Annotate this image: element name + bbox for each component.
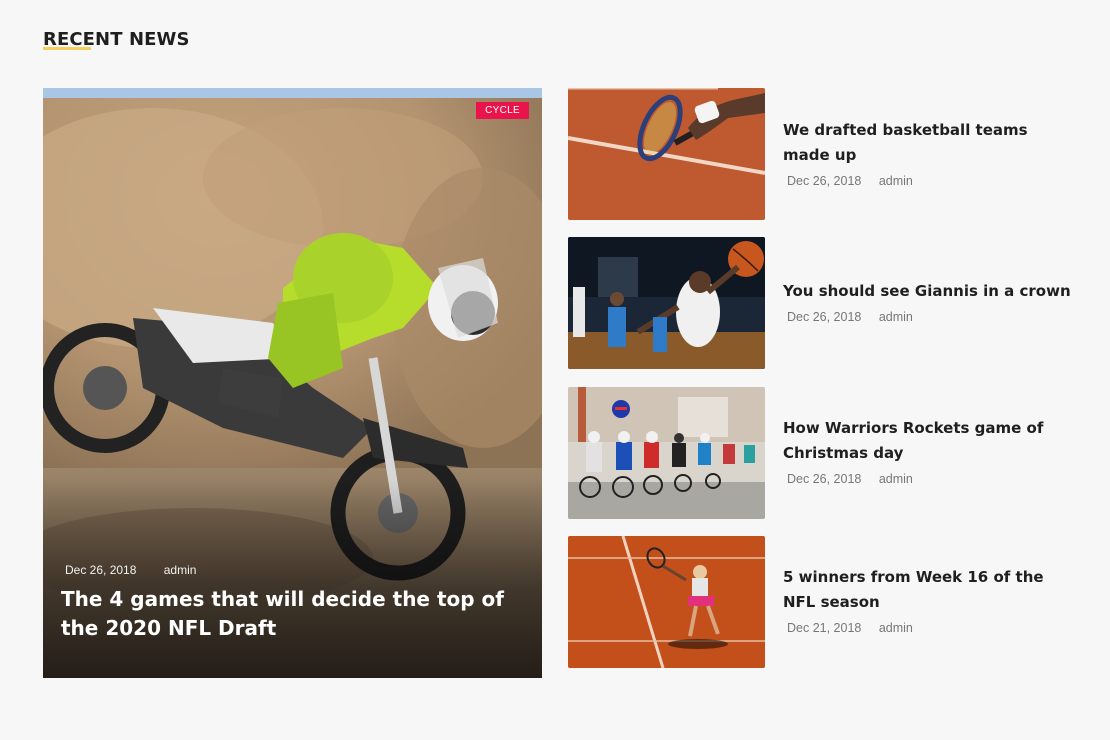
featured-overlay bbox=[43, 478, 542, 678]
news-item[interactable]: We drafted basketball teams made up Dec … bbox=[568, 88, 1088, 220]
news-meta: Dec 21, 2018 admin bbox=[783, 621, 1073, 635]
news-thumbnail-image bbox=[568, 536, 765, 668]
news-author[interactable]: admin bbox=[879, 472, 913, 486]
title-underline bbox=[43, 47, 91, 50]
featured-date: Dec 26, 2018 bbox=[65, 563, 137, 577]
news-thumbnail[interactable] bbox=[568, 237, 765, 369]
news-author[interactable]: admin bbox=[879, 621, 913, 635]
news-author[interactable]: admin bbox=[879, 174, 913, 188]
news-date: Dec 26, 2018 bbox=[787, 472, 862, 486]
news-title[interactable]: 5 winners from Week 16 of the NFL season bbox=[783, 565, 1073, 615]
news-thumbnail-image bbox=[568, 237, 765, 369]
news-title[interactable]: We drafted basketball teams made up bbox=[783, 118, 1073, 168]
news-author[interactable]: admin bbox=[879, 310, 913, 324]
news-item[interactable]: You should see Giannis in a crown Dec 26… bbox=[568, 237, 1088, 369]
featured-author[interactable]: admin bbox=[164, 563, 197, 577]
featured-meta: Dec 26, 2018 admin bbox=[65, 563, 196, 577]
news-thumbnail[interactable] bbox=[568, 88, 765, 220]
news-title[interactable]: You should see Giannis in a crown bbox=[783, 279, 1073, 304]
news-title[interactable]: How Warriors Rockets game of Christmas d… bbox=[783, 416, 1073, 466]
news-meta: Dec 26, 2018 admin bbox=[783, 310, 1073, 324]
featured-article-card[interactable]: CYCLE Dec 26, 2018 admin The 4 games tha… bbox=[43, 88, 542, 678]
news-thumbnail[interactable] bbox=[568, 536, 765, 668]
news-thumbnail-image bbox=[568, 387, 765, 519]
news-date: Dec 26, 2018 bbox=[787, 310, 862, 324]
featured-title[interactable]: The 4 games that will decide the top of … bbox=[61, 585, 531, 643]
news-item[interactable]: How Warriors Rockets game of Christmas d… bbox=[568, 387, 1088, 519]
news-thumbnail-image bbox=[568, 88, 765, 220]
news-date: Dec 26, 2018 bbox=[787, 174, 862, 188]
category-badge[interactable]: CYCLE bbox=[476, 102, 529, 119]
news-thumbnail[interactable] bbox=[568, 387, 765, 519]
news-meta: Dec 26, 2018 admin bbox=[783, 472, 1073, 486]
news-date: Dec 21, 2018 bbox=[787, 621, 862, 635]
news-meta: Dec 26, 2018 admin bbox=[783, 174, 1073, 188]
news-item[interactable]: 5 winners from Week 16 of the NFL season… bbox=[568, 536, 1088, 668]
